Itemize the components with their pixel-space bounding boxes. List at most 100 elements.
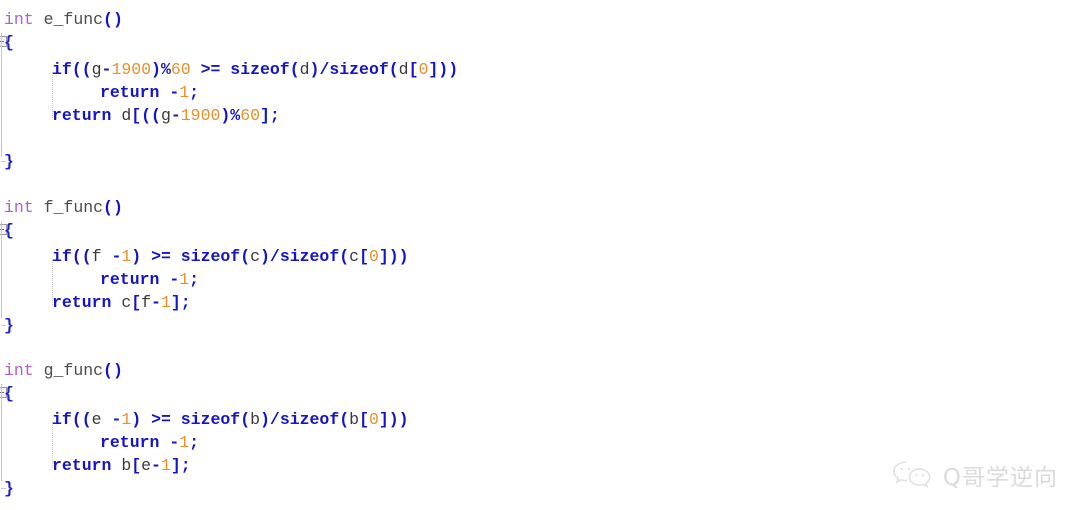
- code-line[interactable]: if((f -1) >= sizeof(c)/sizeof(c[0])): [52, 245, 409, 268]
- code-token: 1900: [180, 106, 221, 125]
- code-token: >=: [151, 247, 171, 266]
- code-line[interactable]: {: [4, 382, 14, 405]
- code-token: 0: [368, 410, 379, 429]
- code-line[interactable]: return -1;: [100, 81, 199, 104]
- code-token: ;: [189, 433, 200, 452]
- code-token: e: [91, 410, 102, 429]
- code-token: f: [141, 293, 152, 312]
- code-token: 0: [368, 247, 379, 266]
- code-line[interactable]: int e_func(): [4, 8, 123, 31]
- code-line[interactable]: }: [4, 150, 14, 173]
- code-token: [: [131, 456, 142, 475]
- code-token: ): [260, 410, 270, 429]
- code-token: {: [4, 33, 14, 52]
- code-token: return: [52, 456, 112, 475]
- code-content[interactable]: int e_func(){if((g-1900)%60 >= sizeof(d)…: [0, 0, 1080, 510]
- code-token: g: [91, 60, 102, 79]
- code-token: ])): [428, 60, 459, 79]
- code-token: sizeof: [279, 410, 340, 429]
- code-token: c: [121, 293, 132, 312]
- code-token: [((: [131, 106, 161, 125]
- code-line[interactable]: int f_func(): [4, 196, 123, 219]
- code-line[interactable]: return c[f-1];: [52, 291, 191, 314]
- code-line[interactable]: return -1;: [100, 431, 199, 454]
- code-token: -: [169, 83, 180, 102]
- code-token: [: [359, 247, 369, 266]
- code-token: }: [4, 152, 14, 171]
- code-token: ;: [189, 270, 200, 289]
- code-line[interactable]: int g_func(): [4, 359, 123, 382]
- code-token: ): [131, 410, 142, 429]
- code-token: int: [4, 198, 34, 217]
- code-token: c: [250, 247, 261, 266]
- code-line[interactable]: if((g-1900)%60 >= sizeof(d)/sizeof(d[0])…: [52, 58, 458, 81]
- code-token: int: [4, 361, 34, 380]
- code-token: %: [230, 106, 241, 125]
- code-token: return: [52, 106, 112, 125]
- code-token: ): [260, 247, 270, 266]
- code-token: f_func: [43, 198, 104, 217]
- code-line[interactable]: }: [4, 314, 14, 337]
- code-token: ])): [378, 247, 409, 266]
- code-token: %: [160, 60, 171, 79]
- code-token: d: [398, 60, 409, 79]
- code-line[interactable]: {: [4, 219, 14, 242]
- code-token: /: [269, 410, 280, 429]
- code-token: return: [100, 433, 160, 452]
- code-token: ];: [170, 293, 191, 312]
- code-token: e_func: [43, 10, 104, 29]
- code-token: -: [169, 433, 180, 452]
- code-token: ];: [260, 106, 280, 125]
- code-token: ];: [170, 456, 191, 475]
- code-token: ): [151, 60, 161, 79]
- code-token: -: [151, 456, 161, 475]
- code-line[interactable]: {: [4, 31, 14, 54]
- code-token: 1900: [111, 60, 152, 79]
- code-token: -: [151, 293, 161, 312]
- code-token: sizeof: [180, 247, 241, 266]
- indent-guide: [52, 422, 54, 468]
- code-line[interactable]: return -1;: [100, 268, 199, 291]
- code-token: sizeof: [180, 410, 241, 429]
- code-editor[interactable]: int e_func(){if((g-1900)%60 >= sizeof(d)…: [0, 0, 1080, 510]
- code-token: >=: [151, 410, 171, 429]
- code-token: ((: [71, 410, 92, 429]
- code-token: if: [52, 60, 72, 79]
- code-token: -: [111, 247, 122, 266]
- code-token: >=: [200, 60, 221, 79]
- code-token: if: [52, 247, 72, 266]
- code-token: 60: [170, 60, 191, 79]
- code-token: ): [131, 247, 142, 266]
- code-token: 1: [121, 247, 132, 266]
- code-token: }: [4, 316, 14, 335]
- code-line[interactable]: return d[((g-1900)%60];: [52, 104, 280, 127]
- code-token: (: [388, 60, 399, 79]
- code-line[interactable]: }: [4, 477, 14, 500]
- code-token: ((: [71, 60, 92, 79]
- code-token: -: [101, 60, 112, 79]
- indent-guide: [52, 72, 54, 118]
- code-token: g: [160, 106, 171, 125]
- code-token: -: [169, 270, 180, 289]
- code-token: }: [4, 479, 14, 498]
- code-token: 1: [179, 83, 190, 102]
- code-token: 1: [179, 433, 190, 452]
- code-token: c: [349, 247, 360, 266]
- code-token: ((: [71, 247, 92, 266]
- code-line[interactable]: if((e -1) >= sizeof(b)/sizeof(b[0])): [52, 408, 409, 431]
- code-token: -: [111, 410, 122, 429]
- code-line[interactable]: return b[e-1];: [52, 454, 191, 477]
- code-token: g_func: [43, 361, 104, 380]
